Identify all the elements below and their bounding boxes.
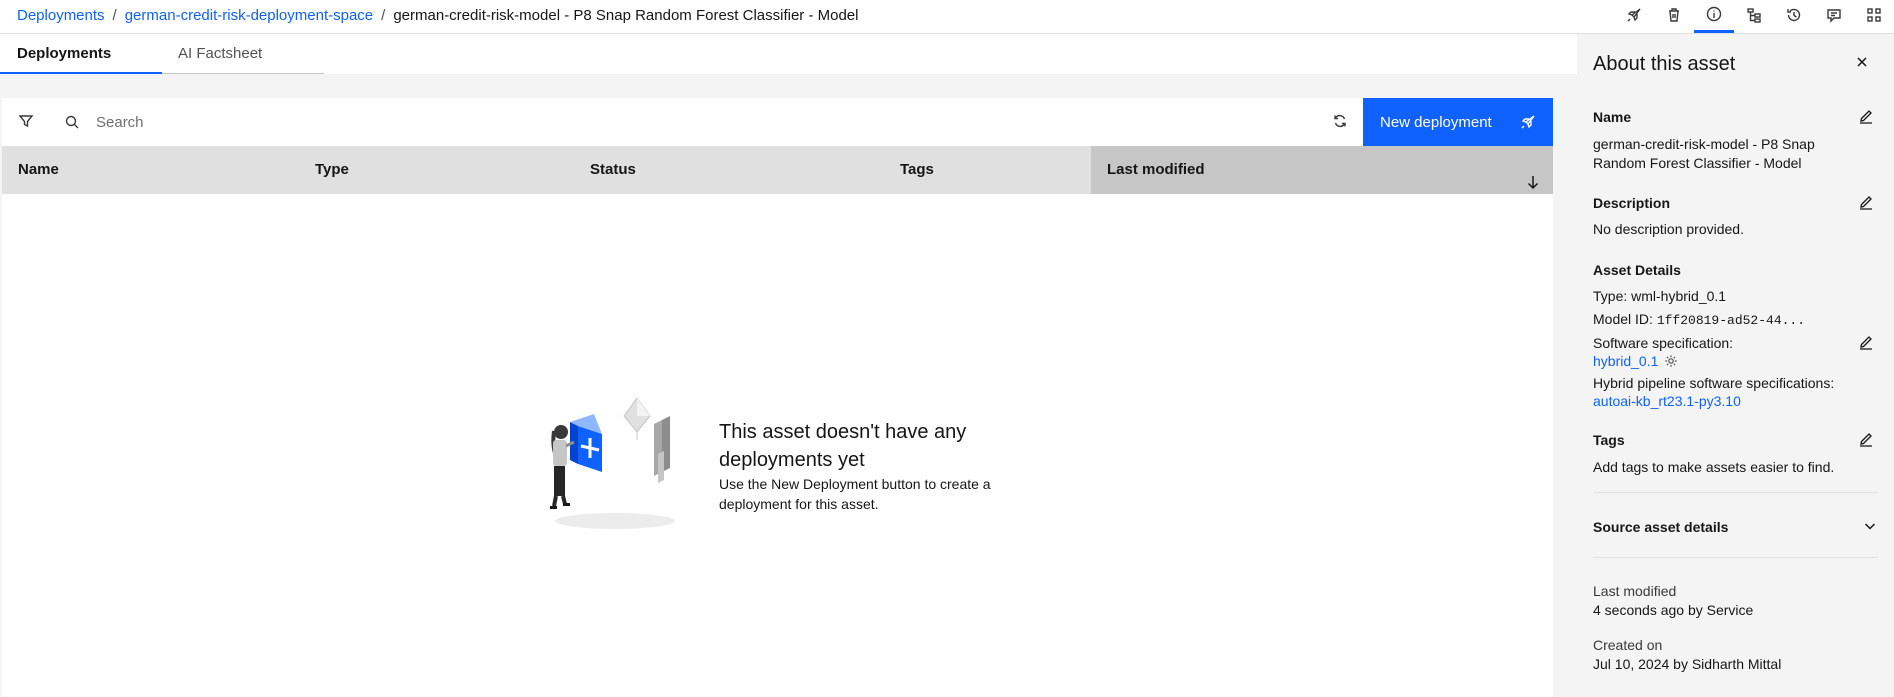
breadcrumb-space-link[interactable]: german-credit-risk-deployment-space <box>125 7 373 24</box>
apps-icon <box>1866 7 1882 26</box>
empty-state-description: Use the New Deployment button to create … <box>719 476 991 512</box>
breadcrumb-current: german-credit-risk-model - P8 Snap Rando… <box>393 7 859 24</box>
lineage-button[interactable] <box>1734 0 1774 33</box>
empty-state-title: This asset doesn't have any deployments … <box>719 421 967 471</box>
edit-description-icon[interactable] <box>1858 194 1874 210</box>
hybrid-spec-label: Hybrid pipeline software specifications: <box>1593 375 1835 391</box>
model-id-label: Model ID: <box>1593 311 1653 327</box>
history-icon <box>1786 7 1802 26</box>
deploy-button[interactable] <box>1614 0 1654 33</box>
divider <box>1593 557 1878 558</box>
lineage-icon <box>1746 7 1762 26</box>
column-header-status[interactable]: Status <box>574 146 884 194</box>
name-value: german-credit-risk-model - P8 Snap Rando… <box>1593 136 1815 171</box>
breadcrumb-separator: / <box>381 7 386 24</box>
close-icon[interactable] <box>1854 54 1870 70</box>
trash-icon <box>1666 7 1682 26</box>
breadcrumb: Deployments / german-credit-risk-deploymen… <box>17 6 858 26</box>
delete-button[interactable] <box>1654 0 1694 33</box>
new-deployment-button[interactable]: New deployment <box>1363 98 1553 146</box>
edit-software-spec-icon[interactable] <box>1858 334 1874 350</box>
tab-ai-factsheet[interactable]: AI Factsheet <box>162 34 324 74</box>
column-header-name[interactable]: Name <box>2 146 299 194</box>
table-toolbar: New deployment <box>2 98 1553 146</box>
refresh-icon <box>1332 113 1348 132</box>
type-label: Type: <box>1593 288 1628 304</box>
comment-icon <box>1826 7 1842 26</box>
description-value: No description provided. <box>1593 221 1744 237</box>
software-spec-row: hybrid_0.1 <box>1593 352 1678 370</box>
tags-label: Tags <box>1593 432 1625 448</box>
rocket-icon <box>1520 114 1536 130</box>
filter-icon <box>18 113 34 132</box>
source-asset-details-toggle[interactable]: Source asset details <box>1593 518 1728 536</box>
column-header-tags[interactable]: Tags <box>884 146 1091 194</box>
model-id-row: Model ID: 1ff20819-ad52-44... <box>1593 310 1805 330</box>
edit-name-icon[interactable] <box>1858 108 1874 124</box>
info-icon <box>1706 6 1722 25</box>
asset-tabs: Deployments AI Factsheet <box>0 34 1577 74</box>
column-header-type[interactable]: Type <box>299 146 574 194</box>
about-asset-panel: About this asset Name german-credit-risk… <box>1577 34 1894 697</box>
last-modified-value: 4 seconds ago by Service <box>1593 602 1754 618</box>
column-header-label: Last modified <box>1107 161 1205 178</box>
tab-deployments[interactable]: Deployments <box>0 34 162 74</box>
panel-title: About this asset <box>1593 53 1736 75</box>
description-label: Description <box>1593 195 1671 211</box>
table-header: Name Type Status Tags Last modified <box>2 146 1553 194</box>
software-spec-label: Software specification: <box>1593 335 1734 351</box>
software-spec-link[interactable]: hybrid_0.1 <box>1593 353 1658 369</box>
comments-button[interactable] <box>1814 0 1854 33</box>
gear-icon[interactable] <box>1664 354 1678 368</box>
refresh-button[interactable] <box>1316 98 1364 146</box>
asset-toolbar <box>1614 0 1894 33</box>
history-button[interactable] <box>1774 0 1814 33</box>
type-row: Type: wml-hybrid_0.1 <box>1593 287 1726 305</box>
hybrid-spec-link[interactable]: autoai-kb_rt23.1-py3.10 <box>1593 392 1741 410</box>
empty-state: This asset doesn't have any deployments … <box>540 396 1040 546</box>
empty-state-illustration <box>540 396 690 536</box>
apps-button[interactable] <box>1854 0 1894 33</box>
info-button[interactable] <box>1694 0 1734 33</box>
search-icon <box>64 114 80 130</box>
rocket-icon <box>1626 7 1642 26</box>
tags-value: Add tags to make assets easier to find. <box>1593 459 1835 475</box>
breadcrumb-deployments-link[interactable]: Deployments <box>17 7 105 24</box>
last-modified-label: Last modified <box>1593 583 1677 599</box>
top-header: Deployments / german-credit-risk-deploymen… <box>0 0 1894 34</box>
name-label: Name <box>1593 109 1632 125</box>
arrow-down-icon <box>1525 162 1541 190</box>
edit-tags-icon[interactable] <box>1858 431 1874 447</box>
asset-details-label: Asset Details <box>1593 262 1681 278</box>
search-input[interactable] <box>96 110 996 134</box>
filter-button[interactable] <box>2 98 50 146</box>
chevron-down-icon[interactable] <box>1862 518 1878 534</box>
new-deployment-label: New deployment <box>1380 113 1492 131</box>
model-id-value: 1ff20819-ad52-44... <box>1656 313 1806 328</box>
created-value: Jul 10, 2024 by Sidharth Mittal <box>1593 656 1782 672</box>
column-header-last-modified[interactable]: Last modified <box>1091 146 1553 194</box>
breadcrumb-separator: / <box>112 7 117 24</box>
created-label: Created on <box>1593 637 1663 653</box>
type-value: wml-hybrid_0.1 <box>1631 288 1727 304</box>
divider <box>1593 492 1878 493</box>
